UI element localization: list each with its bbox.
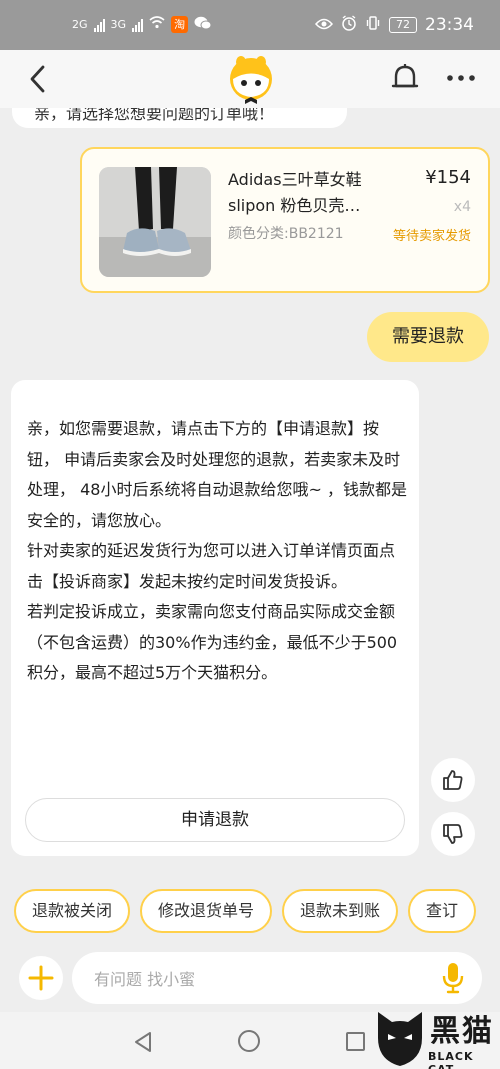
- taobao-notification-icon: 淘: [171, 16, 189, 33]
- order-card[interactable]: Adidas三叶草女鞋slipon 粉色贝壳… 颜色分类:BB2121 ¥154…: [80, 147, 490, 293]
- more-dots-icon: [447, 75, 475, 81]
- more-button[interactable]: [444, 64, 478, 92]
- message-input[interactable]: 有问题 找小蜜: [72, 952, 482, 1004]
- add-attachment-button[interactable]: [19, 956, 63, 1000]
- microphone-icon[interactable]: [442, 962, 464, 994]
- status-right: 72 23:34: [314, 15, 474, 35]
- thumbs-up-icon: [443, 770, 463, 790]
- wechat-icon: [194, 16, 212, 33]
- product-image: [99, 167, 211, 277]
- signal-2-icon: [132, 18, 144, 32]
- apply-refund-button[interactable]: 申请退款: [25, 798, 405, 842]
- clock-time: 23:34: [425, 15, 474, 35]
- quick-reply-row: 退款被关闭 修改退货单号 退款未到账 查订: [14, 889, 477, 933]
- signal-2-label: 3G: [110, 18, 127, 31]
- nav-recents-icon[interactable]: [346, 1032, 365, 1051]
- previous-message-text: 亲，请选择您想要问题的订单哦！: [34, 108, 275, 123]
- vibrate-icon: [365, 15, 381, 35]
- nav-home-icon[interactable]: [238, 1030, 260, 1052]
- watermark-name: 黑猫: [430, 1014, 494, 1049]
- plus-icon: [28, 965, 54, 991]
- status-left: 2G 3G 淘: [72, 16, 212, 33]
- previous-bot-message: 亲，请选择您想要问题的订单哦！: [12, 108, 347, 128]
- status-bar: 2G 3G 淘 72 23:34: [0, 0, 500, 50]
- black-cat-logo-icon: [378, 1012, 422, 1066]
- bot-reply-text: 亲，如您需要退款，请点击下方的【申请退款】按钮， 申请后卖家会及时处理您的退款，…: [27, 419, 407, 682]
- nav-back-icon[interactable]: [132, 1030, 154, 1054]
- order-status: 等待卖家发货: [392, 229, 471, 244]
- quick-reply-chip[interactable]: 退款未到账: [282, 889, 399, 933]
- bot-reply-card: 亲，如您需要退款，请点击下方的【申请退款】按钮， 申请后卖家会及时处理您的退款，…: [11, 380, 419, 856]
- thumbs-down-icon: [443, 824, 463, 844]
- wifi-icon: [149, 16, 165, 33]
- product-thumbnail: [99, 167, 211, 277]
- back-button[interactable]: [24, 62, 54, 96]
- message-input-placeholder: 有问题 找小蜜: [94, 970, 196, 989]
- notification-button[interactable]: [390, 62, 420, 94]
- chat-header: [0, 50, 500, 108]
- chevron-left-icon: [30, 65, 45, 93]
- product-title: Adidas三叶草女鞋slipon 粉色贝壳…: [228, 170, 362, 215]
- user-message-bubble: 需要退款: [367, 312, 489, 362]
- bell-icon: [391, 64, 419, 88]
- watermark-sub: BLACK CAT: [428, 1050, 474, 1069]
- assistant-avatar[interactable]: [226, 54, 276, 106]
- product-price: ¥154: [425, 167, 471, 188]
- quick-reply-chip[interactable]: 修改退货单号: [140, 889, 273, 933]
- thumbs-down-button[interactable]: [431, 812, 475, 856]
- signal-1-icon: [93, 18, 105, 32]
- quick-reply-chip[interactable]: 退款被关闭: [14, 889, 131, 933]
- black-cat-watermark: 黑猫 BLACK CAT: [372, 1006, 500, 1069]
- battery-indicator: 72: [389, 17, 417, 33]
- mascot-icon: [230, 56, 272, 104]
- quick-reply-chip[interactable]: 查订: [408, 889, 477, 933]
- product-color-spec: 颜色分类:BB2121: [228, 226, 344, 242]
- thumbs-up-button[interactable]: [431, 758, 475, 802]
- chat-area[interactable]: 亲，请选择您想要问题的订单哦！ Adidas三叶草女鞋slipon 粉色贝壳… …: [0, 108, 500, 950]
- eye-icon: [314, 16, 334, 34]
- product-quantity: x4: [453, 199, 471, 215]
- alarm-icon: [341, 15, 357, 35]
- signal-1-label: 2G: [72, 18, 88, 31]
- input-bar: 有问题 找小蜜: [0, 950, 500, 1012]
